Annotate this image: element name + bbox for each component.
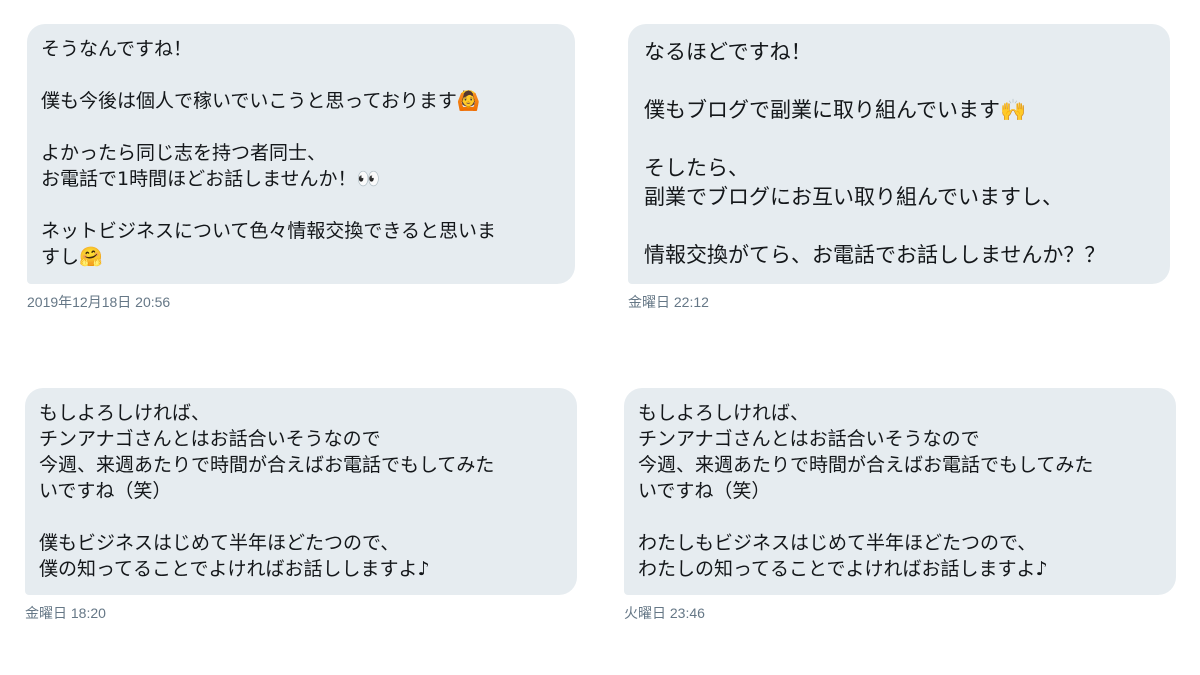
message-line: 今週、来週あたりで時間が合えばお電話でもしてみた [39, 454, 495, 476]
message-4: もしよろしければ、 チンアナゴさんとはお話合いそうなので 今週、来週あたりで時間… [624, 388, 1176, 623]
message-line: いですね（笑） [39, 480, 172, 502]
message-line: そしたら、 [644, 156, 749, 180]
message-line: すし🤗 [41, 246, 103, 268]
message-line: よかったら同じ志を持つ者同士、 [41, 142, 327, 164]
message-line: なるほどですね！ [644, 40, 812, 64]
message-line: 僕の知ってることでよければお話ししますよ♪ [39, 558, 430, 580]
message-bubble[interactable]: なるほどですね！ 僕もブログで副業に取り組んでいます🙌 そしたら、 副業でブログ… [628, 24, 1170, 284]
message-line: チンアナゴさんとはお話合いそうなので [39, 428, 381, 450]
message-bubble[interactable]: もしよろしければ、 チンアナゴさんとはお話合いそうなので 今週、来週あたりで時間… [624, 388, 1176, 595]
message-line: チンアナゴさんとはお話合いそうなので [638, 428, 980, 450]
message-line: 僕も今後は個人で稼いでいこうと思っております🙆 [41, 90, 481, 112]
message-line: そうなんですね！ [41, 38, 193, 60]
message-line: 今週、来週あたりで時間が合えばお電話でもしてみた [638, 454, 1094, 476]
message-line: わたしの知ってることでよければお話しますよ♪ [638, 558, 1048, 580]
message-line: いですね（笑） [638, 480, 771, 502]
message-timestamp: 金曜日 18:20 [25, 605, 106, 621]
message-2: なるほどですね！ 僕もブログで副業に取り組んでいます🙌 そしたら、 副業でブログ… [628, 24, 1170, 312]
message-bubble[interactable]: そうなんですね！ 僕も今後は個人で稼いでいこうと思っております🙆 よかったら同じ… [27, 24, 575, 284]
message-line: わたしもビジネスはじめて半年ほどたつので、 [638, 532, 1037, 554]
message-line: 僕もブログで副業に取り組んでいます🙌 [644, 98, 1027, 122]
message-line: もしよろしければ、 [638, 402, 810, 424]
message-3: もしよろしければ、 チンアナゴさんとはお話合いそうなので 今週、来週あたりで時間… [25, 388, 577, 623]
message-timestamp: 金曜日 22:12 [628, 294, 709, 310]
message-line: 副業でブログにお互い取り組んでいますし、 [644, 185, 1063, 209]
message-line: 僕もビジネスはじめて半年ほどたつので、 [39, 532, 400, 554]
message-bubble[interactable]: もしよろしければ、 チンアナゴさんとはお話合いそうなので 今週、来週あたりで時間… [25, 388, 577, 595]
message-line: ネットビジネスについて色々情報交換できると思いま [41, 220, 497, 242]
message-line: お電話で1時間ほどお話しませんか！👀 [41, 168, 381, 190]
message-timestamp: 2019年12月18日 20:56 [27, 294, 171, 310]
message-timestamp: 火曜日 23:46 [624, 605, 705, 621]
message-screenshots-grid: そうなんですね！ 僕も今後は個人で稼いでいこうと思っております🙆 よかったら同じ… [0, 0, 1200, 675]
message-line: 情報交換がてら、お電話でお話ししませんか？？ [644, 243, 1106, 267]
message-line: もしよろしければ、 [39, 402, 211, 424]
message-1: そうなんですね！ 僕も今後は個人で稼いでいこうと思っております🙆 よかったら同じ… [27, 24, 575, 312]
